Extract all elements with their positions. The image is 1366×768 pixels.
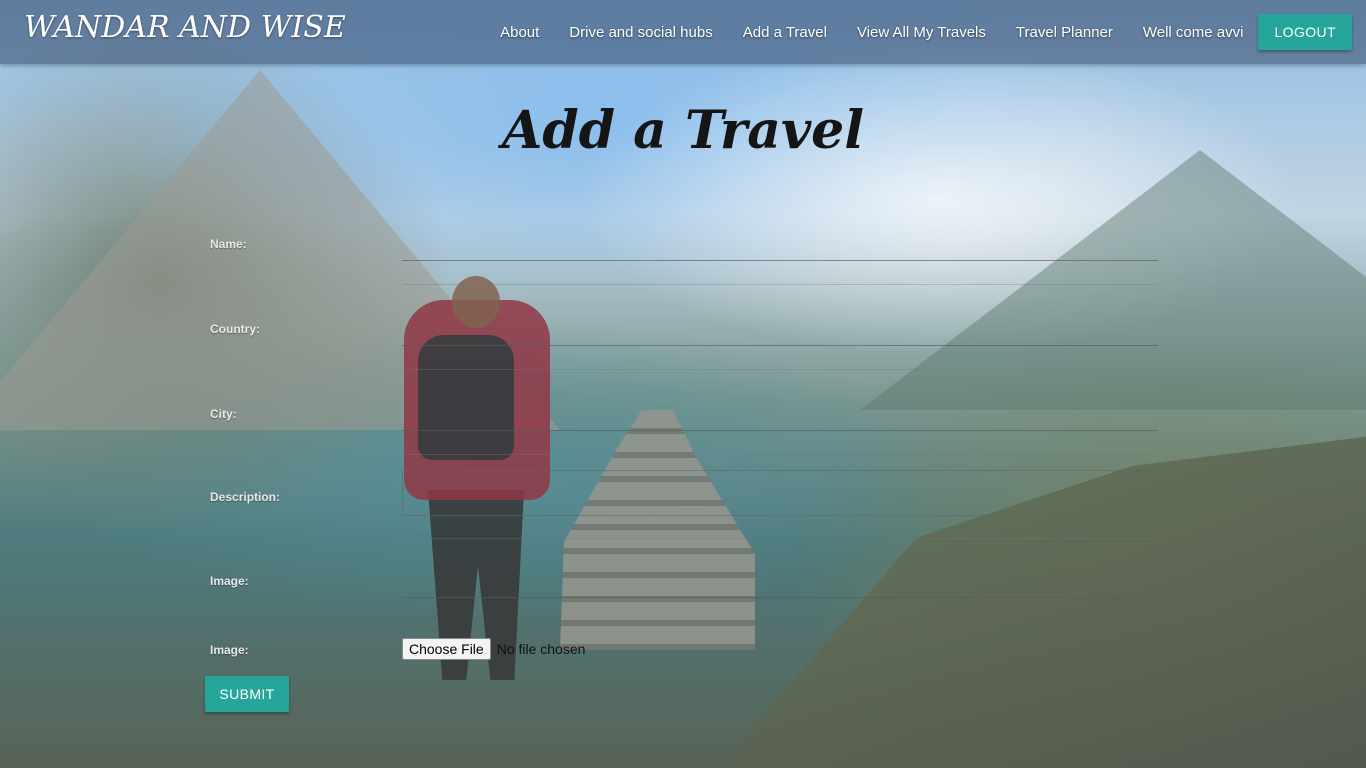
divider [402, 454, 1158, 455]
file-status-text: No file chosen [496, 641, 586, 657]
country-input[interactable] [402, 316, 1158, 346]
country-label: Country: [210, 322, 260, 336]
description-label: Description: [210, 490, 281, 504]
image-input[interactable] [402, 568, 1158, 598]
image-url-label: Image: [210, 574, 249, 588]
name-input[interactable] [402, 231, 1158, 261]
city-label: City: [210, 407, 237, 421]
add-travel-form: Name: Country: City: Description: Image:… [0, 0, 1366, 768]
file-picker: Choose File No file chosen [402, 638, 585, 660]
divider [402, 538, 1158, 539]
description-textarea[interactable] [402, 470, 1158, 516]
image-file-label: Image: [210, 643, 249, 657]
city-input[interactable] [402, 401, 1158, 431]
divider [402, 284, 1158, 285]
choose-file-button[interactable]: Choose File [402, 638, 491, 660]
divider [402, 369, 1158, 370]
name-label: Name: [210, 237, 247, 251]
submit-button[interactable]: SUBMIT [205, 676, 289, 712]
